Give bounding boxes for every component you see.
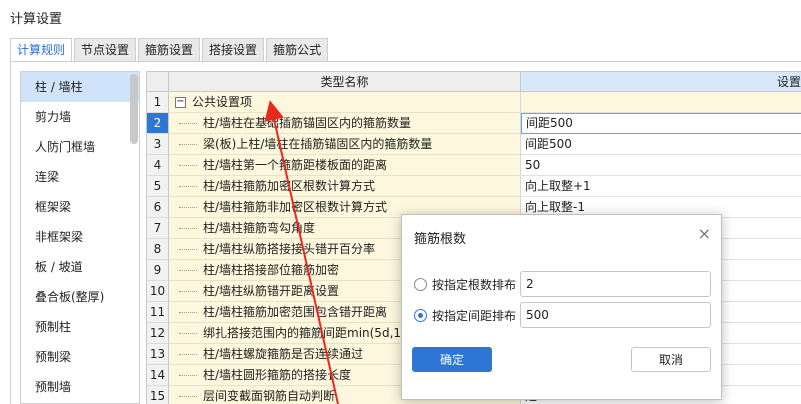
option-by-count-label: 按指定根数排布	[432, 277, 517, 292]
row-number: 10	[147, 281, 169, 302]
row-name: 柱/墙柱箍筋加密区根数计算方式	[169, 176, 521, 197]
row-name-text: 柱/墙柱第一个箍筋距楼板面的距离	[203, 158, 388, 172]
row-name-text: 柱/墙柱纵筋搭接接头错开百分率	[203, 242, 376, 256]
header-value: 设置	[521, 72, 801, 92]
tab-lap-settings[interactable]: 搭接设置	[202, 38, 265, 62]
row-number: 5	[147, 176, 169, 197]
row-name-text: 柱/墙柱箍筋加密范围包含错开距离	[203, 305, 388, 319]
row-number: 15	[147, 386, 169, 404]
table-row[interactable]: 5 柱/墙柱箍筋加密区根数计算方式 向上取整+1	[147, 176, 801, 197]
row-name: 柱/墙柱在基础插筋锚固区内的箍筋数量	[169, 113, 521, 134]
table-row[interactable]: 3 梁(板)上柱/墙柱在插筋锚固区内的箍筋数量 间距500	[147, 134, 801, 155]
row-name: − 公共设置项	[169, 92, 521, 113]
tab-bar: 计算规则 节点设置 箍筋设置 搭接设置 箍筋公式	[10, 38, 330, 62]
tree-guide-line	[179, 186, 197, 187]
row-number: 3	[147, 134, 169, 155]
row-number: 6	[147, 197, 169, 218]
sidebar-scrollbar[interactable]	[130, 74, 138, 144]
tree-guide-line	[179, 333, 197, 334]
sidebar-item-frame-beam[interactable]: 框架梁	[21, 192, 139, 222]
ok-button[interactable]: 确定	[412, 347, 492, 372]
tree-guide-line	[179, 249, 197, 250]
row-name-text: 柱/墙柱纵筋错开距离设置	[203, 284, 340, 298]
row-name: 柱/墙柱第一个箍筋距楼板面的距离	[169, 155, 521, 176]
sidebar-item-precast-wall[interactable]: 预制墙	[21, 372, 139, 402]
tree-guide-line	[179, 291, 197, 292]
row-name-text: 柱/墙柱箍筋加密区根数计算方式	[203, 179, 376, 193]
option-by-spacing[interactable]: 按指定间距排布	[414, 302, 516, 328]
tree-guide-line	[179, 312, 197, 313]
row-name-text: 柱/墙柱在基础插筋锚固区内的箍筋数量	[203, 116, 412, 130]
row-number: 14	[147, 365, 169, 386]
row-number: 4	[147, 155, 169, 176]
stirrup-count-dialog: 箍筋根数 × 按指定根数排布 按指定间距排布 确定 取消	[401, 214, 722, 400]
row-name-text: 层间变截面钢筋自动判断	[203, 389, 336, 403]
header-row-number	[147, 72, 169, 92]
row-name-text: 柱/墙柱箍筋弯勾角度	[203, 221, 316, 235]
tab-stirrup-settings[interactable]: 箍筋设置	[138, 38, 201, 62]
row-value[interactable]	[521, 92, 801, 113]
table-row[interactable]: 4 柱/墙柱第一个箍筋距楼板面的距离 50	[147, 155, 801, 176]
cancel-button[interactable]: 取消	[631, 347, 711, 372]
radio-by-spacing[interactable]	[414, 308, 427, 322]
row-number: 7	[147, 218, 169, 239]
row-name-text: 绑扎搭接范围内的箍筋间距min(5d,100)	[203, 326, 421, 340]
row-number: 2	[147, 113, 169, 134]
tree-guide-line	[179, 270, 197, 271]
row-number: 9	[147, 260, 169, 281]
radio-by-count[interactable]	[414, 277, 427, 291]
tree-guide-line	[179, 354, 197, 355]
row-value[interactable]: 向上取整+1	[521, 176, 801, 197]
group-row[interactable]: 1− 公共设置项	[147, 92, 801, 113]
row-number: 11	[147, 302, 169, 323]
option-by-spacing-label: 按指定间距排布	[432, 308, 517, 323]
row-number: 13	[147, 344, 169, 365]
row-name-text: 梁(板)上柱/墙柱在插筋锚固区内的箍筋数量	[203, 137, 433, 151]
tree-guide-line	[179, 165, 197, 166]
sidebar-item-composite-slab[interactable]: 叠合板(整厚)	[21, 282, 139, 312]
tab-node-settings[interactable]: 节点设置	[74, 38, 137, 62]
sidebar-item-shear-wall[interactable]: 剪力墙	[21, 102, 139, 132]
window-title: 计算设置	[10, 12, 63, 27]
header-type-name: 类型名称	[169, 72, 521, 92]
row-name-text: 柱/墙柱圆形箍筋的搭接长度	[203, 368, 352, 382]
collapse-icon[interactable]: −	[175, 97, 186, 108]
tree-guide-line	[179, 375, 197, 376]
spacing-input[interactable]	[520, 302, 711, 328]
sidebar-item-column[interactable]: 柱 / 墙柱	[21, 72, 139, 102]
row-value-editor[interactable]: 间距500	[521, 113, 801, 134]
row-name-text: 公共设置项	[192, 95, 253, 109]
sidebar-item-precast-beam[interactable]: 预制梁	[21, 342, 139, 372]
tree-guide-line	[179, 144, 197, 145]
count-input[interactable]	[520, 271, 711, 297]
grid-header: 类型名称 设置	[147, 72, 801, 92]
row-value[interactable]: 间距500	[521, 134, 801, 155]
tree-guide-line	[179, 207, 197, 208]
sidebar-item-coupling-beam[interactable]: 连梁	[21, 162, 139, 192]
dialog-title: 箍筋根数	[414, 232, 467, 247]
sidebar-item-civil-defense-door-wall[interactable]: 人防门框墙	[21, 132, 139, 162]
tree-guide-line	[179, 228, 197, 229]
component-sidebar: 柱 / 墙柱 剪力墙 人防门框墙 连梁 框架梁 非框架梁 板 / 坡道 叠合板(…	[20, 71, 140, 404]
tree-guide-line	[179, 396, 197, 397]
row-number: 12	[147, 323, 169, 344]
tree-guide-line	[179, 123, 197, 124]
row-number: 8	[147, 239, 169, 260]
row-name: 梁(板)上柱/墙柱在插筋锚固区内的箍筋数量	[169, 134, 521, 155]
close-icon[interactable]: ×	[698, 224, 711, 243]
tab-calculation-rules[interactable]: 计算规则	[10, 38, 73, 62]
row-name-text: 柱/墙柱螺旋箍筋是否连续通过	[203, 347, 364, 361]
option-by-count[interactable]: 按指定根数排布	[414, 271, 516, 297]
sidebar-item-precast-column[interactable]: 预制柱	[21, 312, 139, 342]
sidebar-item-slab-ramp[interactable]: 板 / 坡道	[21, 252, 139, 282]
row-number: 1	[147, 92, 169, 113]
sidebar-item-non-frame-beam[interactable]: 非框架梁	[21, 222, 139, 252]
tab-stirrup-formula[interactable]: 箍筋公式	[266, 38, 329, 62]
row-name-text: 柱/墙柱搭接部位箍筋加密	[203, 263, 340, 277]
table-row[interactable]: 2 柱/墙柱在基础插筋锚固区内的箍筋数量 间距500	[147, 113, 801, 134]
row-name-text: 柱/墙柱箍筋非加密区根数计算方式	[203, 200, 388, 214]
row-value[interactable]: 50	[521, 155, 801, 176]
